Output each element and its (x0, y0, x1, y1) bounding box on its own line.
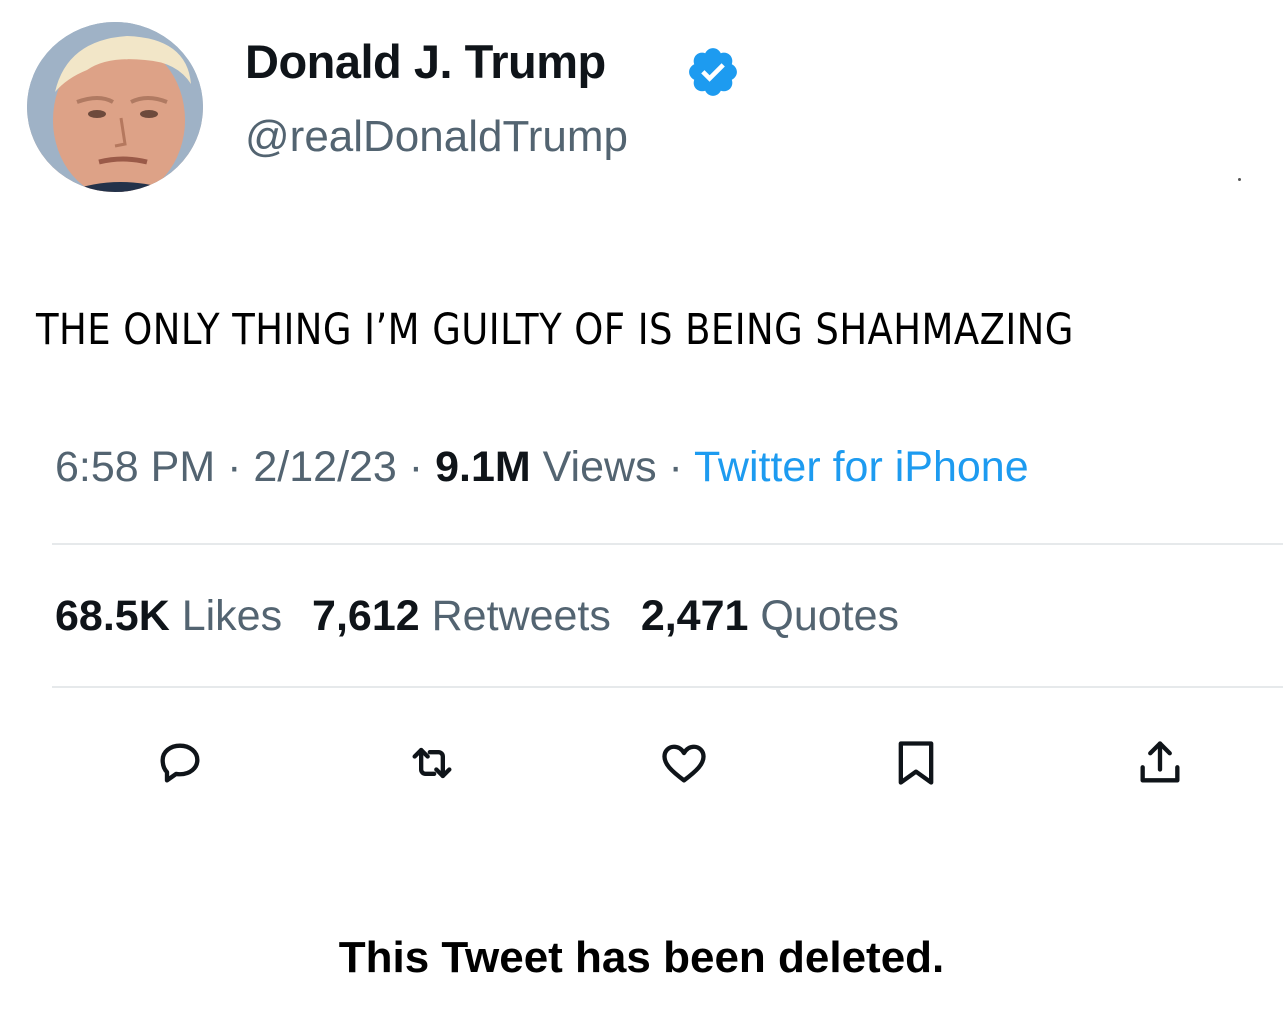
divider (52, 543, 1283, 545)
likes-label: Likes (181, 592, 283, 640)
tweet-date[interactable]: 2/12/23 (253, 443, 396, 491)
bookmark-icon (898, 741, 934, 785)
reply-button[interactable] (152, 735, 208, 791)
tweet-text: THE ONLY THING I’M GUILTY OF IS BEING SH… (36, 305, 1074, 355)
quotes-stat[interactable]: 2,471 Quotes (641, 592, 899, 640)
retweets-stat[interactable]: 7,612 Retweets (312, 592, 611, 640)
bookmark-button[interactable] (888, 735, 944, 791)
divider (52, 686, 1283, 688)
views-label: Views (542, 443, 657, 491)
retweet-button[interactable] (404, 735, 460, 791)
quotes-count: 2,471 (640, 592, 749, 640)
tweet-stats: 68.5K Likes 7,612 Retweets 2,471 Quotes (55, 592, 899, 641)
retweets-label: Retweets (431, 592, 611, 640)
likes-count: 68.5K (55, 592, 170, 640)
avatar[interactable] (27, 22, 203, 192)
retweet-icon (412, 747, 452, 779)
tweet-time: 6:58 PM (55, 443, 216, 491)
profile-photo-icon (27, 22, 203, 192)
quotes-label: Quotes (760, 592, 900, 640)
verified-badge-icon[interactable] (685, 44, 741, 100)
meta-separator: · (227, 443, 242, 491)
image-speck (1238, 178, 1241, 181)
share-icon (1140, 741, 1180, 783)
share-button[interactable] (1132, 735, 1188, 791)
views-count: 9.1M (435, 443, 531, 491)
meta-separator: · (408, 443, 424, 491)
display-name[interactable]: Donald J. Trump (245, 34, 606, 89)
likes-stat[interactable]: 68.5K Likes (55, 592, 282, 640)
meta-separator: · (668, 443, 683, 491)
source-link[interactable]: Twitter for iPhone (694, 443, 1029, 491)
deleted-notice: This Tweet has been deleted. (338, 933, 945, 982)
like-icon (662, 744, 706, 783)
like-button[interactable] (656, 735, 712, 791)
tweet-meta: 6:58 PM · 2/12/23 · 9.1M Views · Twitter… (55, 443, 1029, 492)
reply-icon (160, 743, 200, 783)
user-handle[interactable]: @realDonaldTrump (245, 112, 628, 162)
retweets-count: 7,612 (312, 592, 420, 640)
